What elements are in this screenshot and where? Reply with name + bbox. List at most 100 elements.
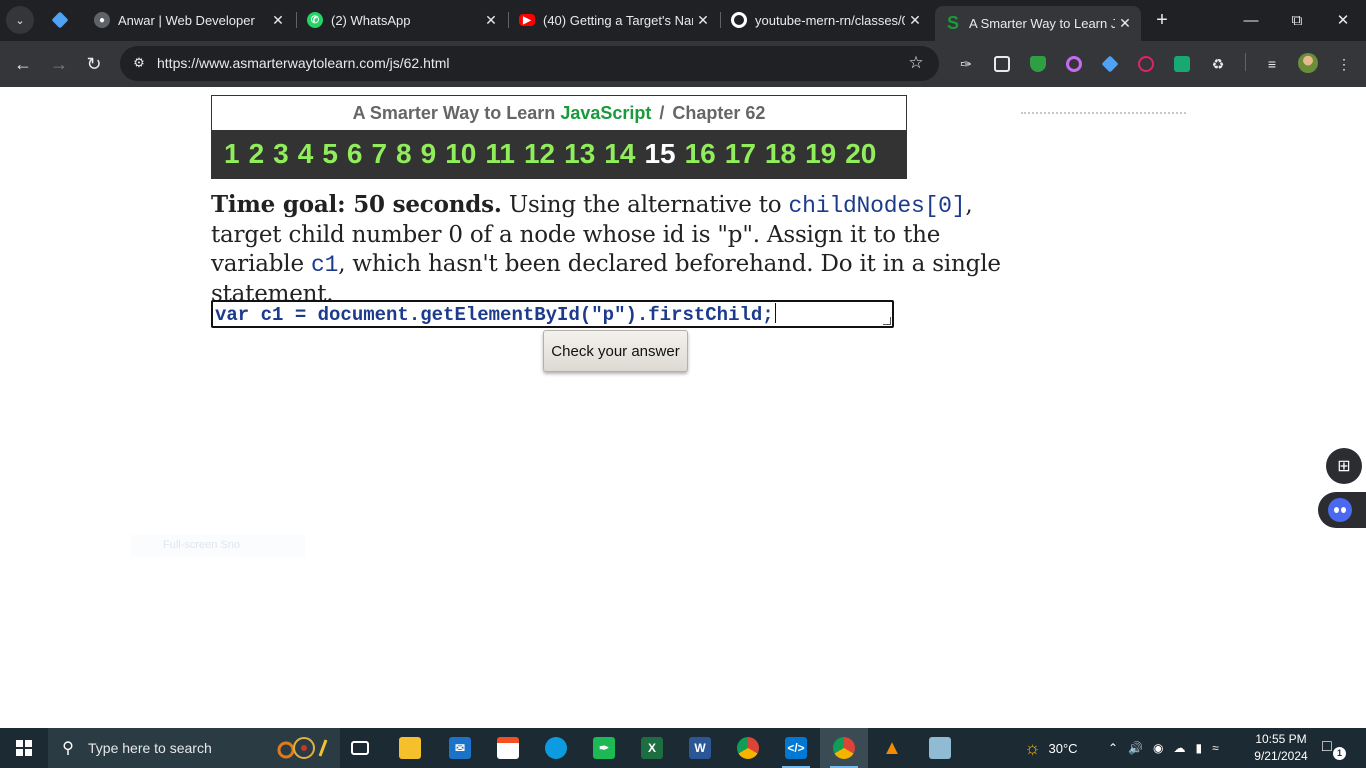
cloud-icon[interactable]: ☁ (1174, 741, 1186, 755)
start-button[interactable] (0, 728, 48, 768)
answer-value[interactable]: var c1 = document.getElementById("p").fi… (215, 304, 774, 326)
vlc-icon[interactable]: ▲ (868, 728, 916, 768)
chapter-nav: 1 2 3 4 5 6 7 8 9 10 11 12 13 14 15 16 17 18 19 20 (212, 130, 906, 178)
notification-badge: 1 (1333, 747, 1346, 760)
color-ring-icon[interactable] (1063, 53, 1085, 75)
reload-button[interactable]: ↻ (79, 49, 109, 79)
record-icon[interactable] (1135, 53, 1157, 75)
edge-icon[interactable] (532, 728, 580, 768)
gem-icon[interactable] (1099, 53, 1121, 75)
new-tab-button[interactable]: + (1150, 8, 1174, 32)
grid-apps-icon[interactable]: ⊞ (1326, 448, 1362, 484)
site-info-icon[interactable]: ⚙ (128, 52, 150, 74)
github-icon (731, 12, 747, 28)
chapter-link-17[interactable]: 17 (725, 138, 756, 170)
chapter-link-6[interactable]: 6 (347, 138, 363, 170)
extensions-puzzle-icon[interactable]: ♻ (1207, 53, 1229, 75)
tab-title: A Smarter Way to Learn Ja (969, 16, 1115, 31)
mail-icon[interactable] (1171, 53, 1193, 75)
clock[interactable]: 10:55 PM 9/21/2024 (1248, 731, 1314, 765)
answer-input[interactable]: var c1 = document.getElementById("p").fi… (211, 300, 894, 328)
store-icon[interactable] (484, 728, 532, 768)
chapter-link-3[interactable]: 3 (273, 138, 289, 170)
back-button[interactable]: ← (8, 49, 38, 79)
bookmark-star-icon[interactable]: ☆ (905, 52, 927, 74)
profile-avatar[interactable] (1298, 53, 1318, 73)
notes-app-icon[interactable] (916, 728, 964, 768)
chapter-link-15[interactable]: 15 (644, 138, 675, 170)
chapter-link-4[interactable]: 4 (298, 138, 314, 170)
chapter-link-8[interactable]: 8 (396, 138, 412, 170)
close-icon[interactable]: ✕ (905, 10, 925, 30)
tab-anwar[interactable]: ● Anwar | Web Developer ✕ (84, 6, 294, 34)
chapter-link-18[interactable]: 18 (765, 138, 796, 170)
chapter-link-19[interactable]: 19 (805, 138, 836, 170)
taskbar-search[interactable]: ⚲ Type here to search (48, 728, 340, 768)
volume-icon[interactable]: 🔊 (1128, 741, 1143, 755)
tab-title: (40) Getting a Target's Nam (543, 12, 693, 28)
chrome-profile-icon[interactable] (820, 728, 868, 768)
asmarterway-icon: S (946, 13, 959, 33)
resize-grip[interactable] (883, 317, 891, 325)
weather-icon: ☼ (1024, 737, 1041, 758)
shield-icon[interactable] (1027, 53, 1049, 75)
address-bar[interactable]: ⚙ https://www.asmarterwaytolearn.com/js/… (120, 46, 939, 81)
chapter-link-16[interactable]: 16 (685, 138, 716, 170)
image-icon[interactable] (991, 53, 1013, 75)
forward-button[interactable]: → (44, 49, 74, 79)
chrome-icon[interactable] (724, 728, 772, 768)
file-explorer-icon[interactable] (386, 728, 434, 768)
vscode-icon[interactable]: </> (772, 728, 820, 768)
tab-github[interactable]: youtube-mern-rn/classes/0 ✕ (721, 6, 931, 34)
restore-button[interactable]: ⧉ (1274, 0, 1320, 40)
tab-search-chevron-icon[interactable]: ⌄ (6, 6, 34, 34)
system-tray: ⌃ 🔊 ◉ ☁ ▮ ≈ (1108, 728, 1219, 768)
tab-title: youtube-mern-rn/classes/0 (755, 12, 905, 28)
code-snippet: c1 (310, 252, 339, 278)
windows-taskbar: ⚲ Type here to search ✉ ✒ X W </> ▲ ☼ 30… (0, 728, 1366, 768)
meet-icon[interactable]: ◉ (1153, 741, 1163, 755)
chapter-link-14[interactable]: 14 (604, 138, 635, 170)
globe-icon: ● (94, 12, 110, 28)
minimize-button[interactable]: — (1228, 0, 1274, 40)
chapter-link-10[interactable]: 10 (445, 138, 476, 170)
task-view-icon[interactable] (336, 728, 384, 768)
pinned-tab[interactable] (44, 6, 76, 34)
chapter-link-11[interactable]: 11 (485, 138, 515, 170)
media-queue-icon[interactable]: ≡ (1261, 53, 1283, 75)
close-window-button[interactable]: ✕ (1320, 0, 1366, 40)
chapter-link-2[interactable]: 2 (249, 138, 265, 170)
draw-app-icon[interactable]: ✒ (580, 728, 628, 768)
tab-youtube[interactable]: ▶ (40) Getting a Target's Nam ✕ (509, 6, 719, 34)
notification-icon[interactable]: □ 1 (1322, 738, 1346, 760)
excel-icon[interactable]: X (628, 728, 676, 768)
close-icon[interactable]: ✕ (693, 10, 713, 30)
menu-kebab-icon[interactable]: ⋮ (1333, 53, 1355, 75)
chapter-link-20[interactable]: 20 (845, 138, 876, 170)
instructions-text: Using the alternative to (501, 192, 789, 218)
eyedropper-icon[interactable]: ✑ (955, 53, 977, 75)
mail-app-icon[interactable]: ✉ (436, 728, 484, 768)
chapter-link-13[interactable]: 13 (564, 138, 595, 170)
weather-widget[interactable]: ☼ 30°C (1024, 728, 1078, 768)
assistant-widget[interactable] (1318, 492, 1366, 528)
chapter-link-5[interactable]: 5 (322, 138, 338, 170)
word-icon[interactable]: W (676, 728, 724, 768)
close-icon[interactable]: ✕ (1115, 14, 1135, 34)
youtube-icon: ▶ (519, 14, 535, 26)
tray-chevron-icon[interactable]: ⌃ (1108, 741, 1118, 755)
tab-whatsapp[interactable]: ✆ (2) WhatsApp ✕ (297, 6, 507, 34)
chapter-link-9[interactable]: 9 (421, 138, 437, 170)
close-icon[interactable]: ✕ (268, 10, 288, 30)
chapter-link-7[interactable]: 7 (371, 138, 387, 170)
tab-asmarterway[interactable]: S A Smarter Way to Learn Ja ✕ (935, 6, 1141, 41)
check-answer-button[interactable]: Check your answer (543, 330, 688, 372)
chapter-link-1[interactable]: 1 (224, 138, 240, 170)
fullscreen-hint: Full-screen Sno (131, 535, 305, 557)
url-text[interactable]: https://www.asmarterwaytolearn.com/js/62… (157, 55, 450, 71)
wifi-icon[interactable]: ≈ (1212, 741, 1219, 755)
battery-icon[interactable]: ▮ (1196, 741, 1203, 755)
close-icon[interactable]: ✕ (481, 10, 501, 30)
gem-icon (51, 11, 69, 29)
chapter-link-12[interactable]: 12 (524, 138, 555, 170)
